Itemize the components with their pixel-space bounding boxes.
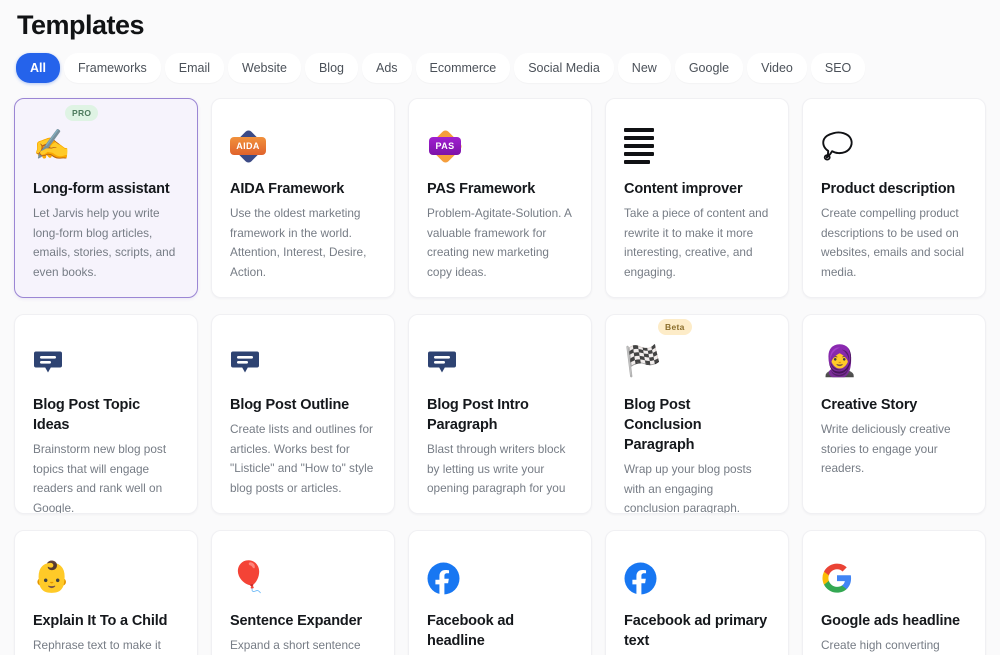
- templates-page: Templates AllFrameworksEmailWebsiteBlogA…: [0, 0, 1000, 655]
- checkered-flag-icon: 🏁: [624, 347, 661, 377]
- template-card[interactable]: AIDA AIDA Framework Use the oldest marketi…: [211, 98, 395, 298]
- filter-tab-ads[interactable]: Ads: [362, 53, 412, 84]
- template-card[interactable]: Facebook ad headlineGenerate scroll-stop…: [408, 530, 592, 655]
- card-description: Expand a short sentence: [230, 636, 376, 655]
- card-icon-wrapper: 🎈: [230, 547, 376, 609]
- card-icon-wrapper: [624, 547, 770, 609]
- card-title: PAS Framework: [427, 179, 573, 199]
- template-card[interactable]: ✍️PROLong-form assistantLet Jarvis help …: [14, 98, 198, 298]
- filter-tab-google[interactable]: Google: [675, 53, 743, 84]
- card-title: Blog Post Conclusion Paragraph: [624, 395, 770, 455]
- text-lines-icon: [624, 128, 654, 165]
- card-title: Explain It To a Child: [33, 611, 179, 631]
- template-card[interactable]: Google ads headline Create high convertin…: [802, 530, 986, 655]
- aida-framework-icon: AIDA: [230, 129, 266, 163]
- card-title: Creative Story: [821, 395, 967, 415]
- card-title: Blog Post Topic Ideas: [33, 395, 179, 435]
- template-card[interactable]: 🏁BetaBlog Post Conclusion ParagraphWrap …: [605, 314, 789, 514]
- template-card[interactable]: Product description Create compelling pro…: [802, 98, 986, 298]
- speech-bubble-lines-icon: [230, 347, 260, 377]
- filter-tab-social-media[interactable]: Social Media: [514, 53, 614, 84]
- filter-tab-frameworks[interactable]: Frameworks: [64, 53, 161, 84]
- filter-tab-website[interactable]: Website: [228, 53, 301, 84]
- card-icon-wrapper: AIDA: [230, 115, 376, 177]
- card-title: Facebook ad primary text: [624, 611, 770, 651]
- filter-tab-bar: AllFrameworksEmailWebsiteBlogAdsEcommerc…: [14, 52, 986, 84]
- card-description: Brainstorm new blog post topics that wil…: [33, 440, 179, 514]
- template-card[interactable]: Content improver Take a piece of content …: [605, 98, 789, 298]
- baby-icon: 👶: [33, 563, 70, 593]
- card-title: Blog Post Outline: [230, 395, 376, 415]
- template-card[interactable]: PAS PAS Framework Problem-Agitate-Solution…: [408, 98, 592, 298]
- card-title: AIDA Framework: [230, 179, 376, 199]
- card-title: Facebook ad headline: [427, 611, 573, 651]
- template-card[interactable]: 👶 Explain It To a Child Rephrase text to m…: [14, 530, 198, 655]
- card-description: Blast through writers block by letting u…: [427, 440, 573, 499]
- card-icon-wrapper: [33, 331, 179, 393]
- template-card[interactable]: Blog Post Topic Ideas Brainstorm new blog…: [14, 314, 198, 514]
- card-icon-wrapper: [230, 331, 376, 393]
- facebook-icon: [624, 562, 657, 595]
- card-icon-wrapper: 👶: [33, 547, 179, 609]
- filter-tab-seo[interactable]: SEO: [811, 53, 865, 84]
- card-description: Write deliciously creative stories to en…: [821, 420, 967, 479]
- template-card[interactable]: 🧕 Creative Story Write deliciously creativ…: [802, 314, 986, 514]
- card-title: Long-form assistant: [33, 179, 179, 199]
- pas-framework-icon: PAS: [427, 129, 463, 163]
- balloon-icon: 🎈: [230, 563, 267, 593]
- templates-grid: ✍️PROLong-form assistantLet Jarvis help …: [14, 98, 986, 655]
- filter-tab-blog[interactable]: Blog: [305, 53, 358, 84]
- card-description: Wrap up your blog posts with an engaging…: [624, 460, 770, 514]
- thought-bubble-icon: [821, 130, 855, 162]
- card-description: Use the oldest marketing framework in th…: [230, 204, 376, 282]
- filter-tab-video[interactable]: Video: [747, 53, 807, 84]
- speech-bubble-lines-icon: [33, 347, 63, 377]
- filter-tab-new[interactable]: New: [618, 53, 671, 84]
- template-card[interactable]: Blog Post Outline Create lists and outlin…: [211, 314, 395, 514]
- card-icon-wrapper: 🧕: [821, 331, 967, 393]
- card-description: Take a piece of content and rewrite it t…: [624, 204, 770, 282]
- card-title: Blog Post Intro Paragraph: [427, 395, 573, 435]
- card-icon-wrapper: [624, 115, 770, 177]
- filter-tab-all[interactable]: All: [16, 53, 60, 84]
- speech-bubble-lines-icon: [427, 347, 457, 377]
- card-description: Problem-Agitate-Solution. A valuable fra…: [427, 204, 573, 282]
- template-card[interactable]: 🎈 Sentence Expander Expand a short sentenc…: [211, 530, 395, 655]
- card-icon-wrapper: [821, 115, 967, 177]
- card-title: Product description: [821, 179, 967, 199]
- filter-tab-ecommerce[interactable]: Ecommerce: [416, 53, 511, 84]
- card-description: Create lists and outlines for articles. …: [230, 420, 376, 498]
- person-artist-icon: 🧕: [821, 347, 858, 377]
- writing-hand-icon: ✍️: [33, 131, 70, 161]
- card-description: Rephrase text to make it: [33, 636, 179, 655]
- beta-badge: Beta: [658, 319, 692, 335]
- google-icon: [821, 562, 853, 594]
- card-icon-wrapper: [821, 547, 967, 609]
- card-title: Google ads headline: [821, 611, 967, 631]
- card-title: Content improver: [624, 179, 770, 199]
- card-title: Sentence Expander: [230, 611, 376, 631]
- page-title: Templates: [14, 0, 986, 42]
- filter-tab-email[interactable]: Email: [165, 53, 224, 84]
- card-icon-wrapper: 🏁Beta: [624, 331, 770, 393]
- pro-badge: PRO: [65, 105, 98, 121]
- card-description: Create high converting: [821, 636, 967, 655]
- card-icon-wrapper: [427, 547, 573, 609]
- card-description: Create compelling product descriptions t…: [821, 204, 967, 282]
- card-icon-wrapper: ✍️PRO: [33, 115, 179, 177]
- card-icon-wrapper: PAS: [427, 115, 573, 177]
- template-card[interactable]: Facebook ad primary text: [605, 530, 789, 655]
- card-description: Let Jarvis help you write long-form blog…: [33, 204, 179, 282]
- template-card[interactable]: Blog Post Intro Paragraph Blast through w…: [408, 314, 592, 514]
- card-icon-wrapper: [427, 331, 573, 393]
- facebook-icon: [427, 562, 460, 595]
